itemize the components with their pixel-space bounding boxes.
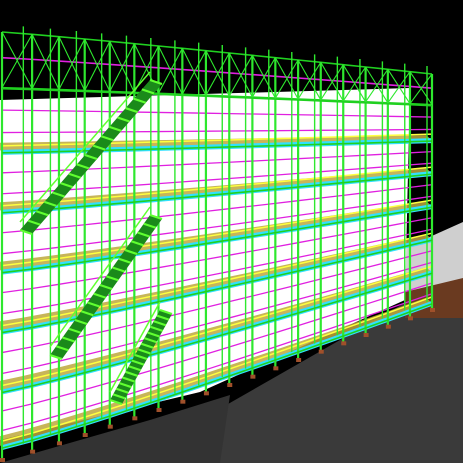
base-plate [385, 324, 391, 329]
base-plate [407, 316, 413, 321]
base-plate [156, 408, 162, 412]
base-plate [363, 333, 369, 337]
base-plate [227, 383, 233, 387]
base-plate [107, 424, 113, 429]
base-plate [180, 399, 186, 404]
scaffold-3d-viewport[interactable] [0, 0, 463, 463]
base-plate [0, 458, 5, 462]
base-plate [132, 416, 138, 421]
base-plate [56, 441, 62, 446]
base-plate [30, 449, 36, 454]
base-plate [273, 366, 279, 371]
base-plate [318, 349, 324, 354]
base-plate [82, 433, 88, 437]
base-plate [203, 391, 209, 396]
base-plate [430, 308, 435, 312]
base-plate [341, 341, 347, 346]
base-plate [250, 374, 256, 379]
base-plate [296, 358, 302, 362]
